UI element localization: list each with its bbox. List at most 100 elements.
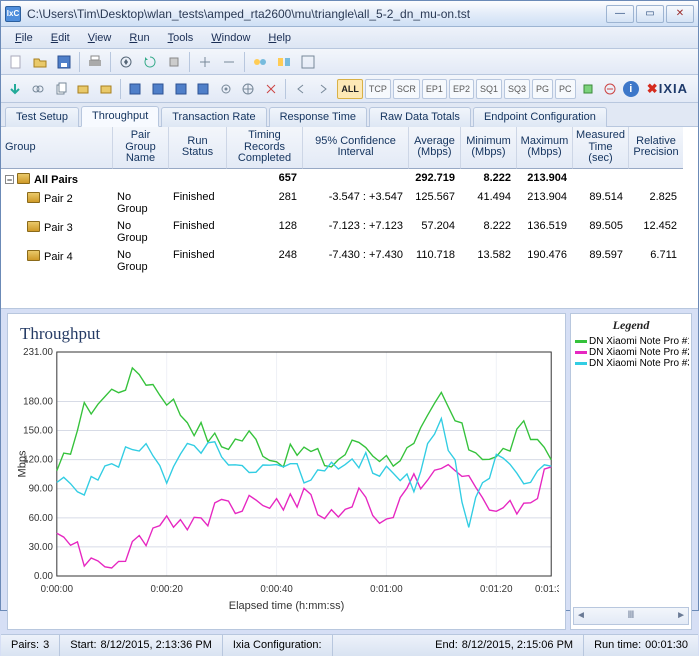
- filter-sq3[interactable]: SQ3: [504, 79, 530, 99]
- separator: [120, 79, 121, 99]
- grid-cell: 89.514: [573, 188, 629, 217]
- chart-right-icon[interactable]: [313, 78, 334, 100]
- close-button[interactable]: ✕: [666, 5, 694, 23]
- grid-header[interactable]: MeasuredTime (sec): [573, 127, 629, 169]
- grid-cell: 8.222: [461, 217, 517, 246]
- about-icon[interactable]: i: [623, 81, 639, 97]
- grid-header[interactable]: Average(Mbps): [409, 127, 461, 169]
- group-icon: [17, 173, 30, 184]
- dup-b-icon[interactable]: [95, 78, 116, 100]
- disk-b-icon[interactable]: [148, 78, 169, 100]
- open-icon[interactable]: [29, 51, 51, 73]
- tab-throughput[interactable]: Throughput: [81, 106, 159, 127]
- filter-tcp[interactable]: TCP: [365, 79, 391, 99]
- toolbar-secondary: ALLTCPSCREP1EP2SQ1SQ3PGPC i ✖IXIA: [1, 75, 698, 103]
- expand-icon[interactable]: [194, 51, 216, 73]
- down-green-icon[interactable]: [5, 78, 26, 100]
- chain-icon[interactable]: [28, 78, 49, 100]
- grid-cell: −All Pairs: [1, 169, 113, 188]
- menu-window-label: indow: [222, 32, 251, 44]
- grid-header[interactable]: RelativePrecision: [629, 127, 683, 169]
- grid-cell: [573, 169, 629, 188]
- disk-a-icon[interactable]: [125, 78, 146, 100]
- filter-pg[interactable]: PG: [532, 79, 553, 99]
- menu-help[interactable]: Help: [260, 30, 299, 46]
- print-icon[interactable]: [84, 51, 106, 73]
- grid-cell: -3.547 : +3.547: [303, 188, 409, 217]
- throughput-chart: 0.0030.0060.0090.00120.00150.00180.00231…: [14, 346, 559, 602]
- pair-icon[interactable]: [249, 51, 271, 73]
- legend-item[interactable]: DN Xiaomi Note Pro #3: [573, 358, 689, 369]
- menu-tools[interactable]: Tools: [160, 30, 202, 46]
- collapse-icon[interactable]: [218, 51, 240, 73]
- table-row[interactable]: Pair 3No GroupFinished128-7.123 : +7.123…: [1, 217, 698, 246]
- info-green-icon[interactable]: [578, 78, 599, 100]
- table-row[interactable]: Pair 4No GroupFinished248-7.430 : +7.430…: [1, 246, 698, 275]
- legend-item[interactable]: DN Xiaomi Note Pro #2: [573, 347, 689, 358]
- filter-pc[interactable]: PC: [555, 79, 576, 99]
- grid-cell: 110.718: [409, 246, 461, 275]
- svg-text:0:01:20: 0:01:20: [480, 584, 513, 595]
- svg-text:0:00:00: 0:00:00: [41, 584, 74, 595]
- filter-ep1[interactable]: EP1: [422, 79, 447, 99]
- tab-endpoint-configuration[interactable]: Endpoint Configuration: [473, 107, 607, 127]
- locate-icon[interactable]: [238, 78, 259, 100]
- grid-header[interactable]: Minimum(Mbps): [461, 127, 517, 169]
- group-icon[interactable]: [273, 51, 295, 73]
- svg-text:180.00: 180.00: [23, 396, 53, 407]
- menu-run[interactable]: Run: [121, 30, 157, 46]
- tab-test-setup[interactable]: Test Setup: [5, 107, 79, 127]
- grid-header[interactable]: Timing RecordsCompleted: [227, 127, 303, 169]
- grid-header[interactable]: Maximum(Mbps): [517, 127, 573, 169]
- grid-cell: No Group: [113, 217, 169, 246]
- svg-text:150.00: 150.00: [23, 425, 53, 436]
- chart-zone: Throughput 0.0030.0060.0090.00120.00150.…: [1, 309, 698, 634]
- legend-scrollbar[interactable]: ◄Ⅲ►: [573, 607, 689, 625]
- grid-cell: [169, 169, 227, 188]
- grid-empty-area: [1, 275, 698, 308]
- filter-all[interactable]: ALL: [337, 79, 363, 99]
- table-row[interactable]: −All Pairs657292.7198.222213.904: [1, 169, 698, 188]
- minimize-button[interactable]: —: [606, 5, 634, 23]
- menu-file[interactable]: File: [7, 30, 41, 46]
- tab-raw-data-totals[interactable]: Raw Data Totals: [369, 107, 471, 127]
- menu-window[interactable]: Window: [203, 30, 258, 46]
- copy-icon[interactable]: [50, 78, 71, 100]
- tree-collapse-icon[interactable]: −: [5, 175, 14, 184]
- grid-header[interactable]: Run Status: [169, 127, 227, 169]
- menu-edit[interactable]: Edit: [43, 30, 78, 46]
- delete-icon[interactable]: [261, 78, 282, 100]
- legend-title: Legend: [573, 318, 689, 336]
- dup-a-icon[interactable]: [73, 78, 94, 100]
- legend-swatch: [575, 351, 587, 354]
- new-icon[interactable]: [5, 51, 27, 73]
- grid-header[interactable]: 95% ConfidenceInterval: [303, 127, 409, 169]
- setup-icon[interactable]: [297, 51, 319, 73]
- menu-edit-label: dit: [58, 32, 70, 44]
- tab-transaction-rate[interactable]: Transaction Rate: [161, 107, 266, 127]
- run-icon[interactable]: [115, 51, 137, 73]
- disk-d-icon[interactable]: [193, 78, 214, 100]
- save-icon[interactable]: [53, 51, 75, 73]
- grid-header[interactable]: Pair GroupName: [113, 127, 169, 169]
- disk-c-icon[interactable]: [170, 78, 191, 100]
- stop-icon[interactable]: [163, 51, 185, 73]
- table-row[interactable]: Pair 2No GroupFinished281-3.547 : +3.547…: [1, 188, 698, 217]
- grid-cell: -7.123 : +7.123: [303, 217, 409, 246]
- grid-header[interactable]: Group: [1, 127, 113, 169]
- tab-response-time[interactable]: Response Time: [269, 107, 367, 127]
- filter-sq1[interactable]: SQ1: [476, 79, 502, 99]
- chart-left-icon[interactable]: [290, 78, 311, 100]
- refresh-icon[interactable]: [139, 51, 161, 73]
- clear-red-icon[interactable]: [600, 78, 621, 100]
- filter-scr[interactable]: SCR: [393, 79, 420, 99]
- legend-item[interactable]: DN Xiaomi Note Pro #1: [573, 336, 689, 347]
- separator: [110, 52, 111, 72]
- menu-view[interactable]: View: [80, 30, 120, 46]
- filter-ep2[interactable]: EP2: [449, 79, 474, 99]
- grid-cell: 41.494: [461, 188, 517, 217]
- gear-icon[interactable]: [215, 78, 236, 100]
- grid-body: −All Pairs657292.7198.222213.904Pair 2No…: [1, 169, 698, 275]
- maximize-button[interactable]: ▭: [636, 5, 664, 23]
- menu-bar: File Edit View Run Tools Window Help: [1, 27, 698, 49]
